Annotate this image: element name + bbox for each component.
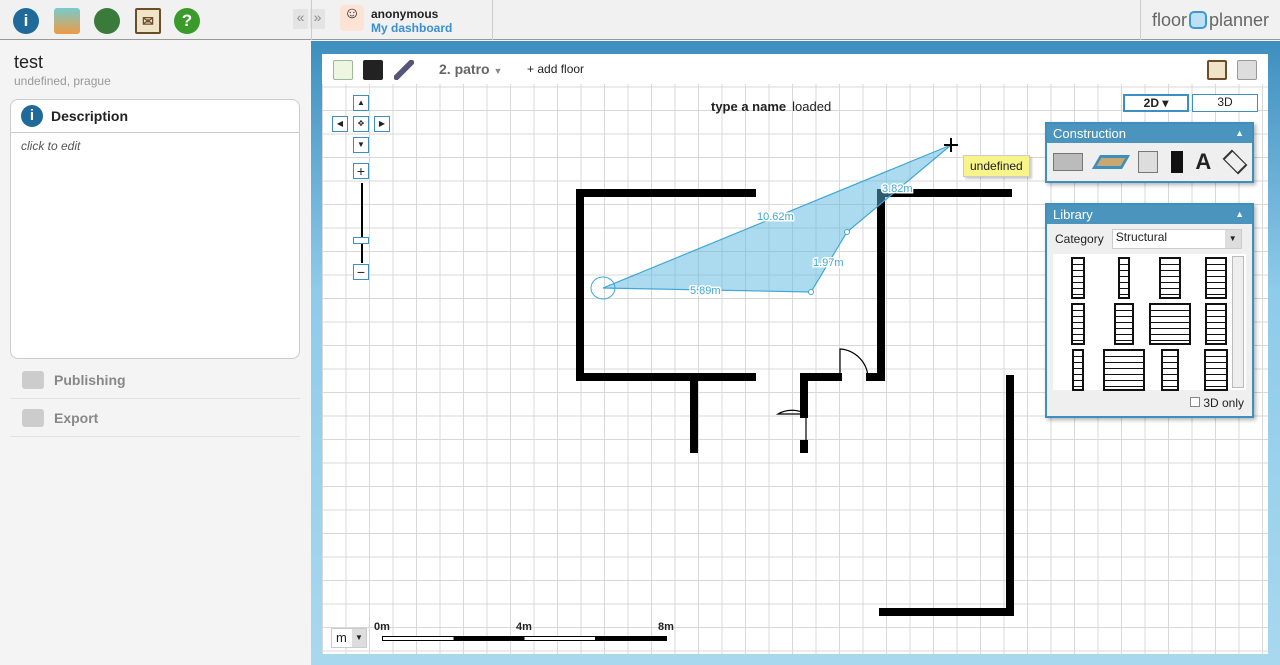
library-item[interactable] bbox=[1114, 303, 1134, 345]
collapse-icon[interactable]: ▲ bbox=[1235, 205, 1244, 224]
sidebar-item-label: Publishing bbox=[54, 371, 126, 388]
print-icon[interactable] bbox=[1237, 60, 1257, 80]
export-icon bbox=[22, 408, 44, 427]
sidebar: test undefined, prague i Description clic… bbox=[0, 41, 310, 665]
plan-name[interactable]: type a name bbox=[711, 99, 786, 114]
library-item[interactable] bbox=[1071, 303, 1085, 345]
editor-toolbar: 2. patro ▼ + add floor bbox=[322, 54, 1268, 84]
construction-panel: Construction ▲ A bbox=[1045, 122, 1254, 183]
description-panel: i Description click to edit bbox=[10, 99, 300, 359]
center-view-button[interactable]: ✥ bbox=[353, 116, 369, 132]
tooltip: undefined bbox=[963, 155, 1030, 177]
description-title: Description bbox=[51, 108, 129, 124]
zoom-slider-handle[interactable] bbox=[353, 237, 369, 244]
view-3d-button[interactable]: 3D bbox=[1192, 94, 1258, 112]
scale-label: 8m bbox=[658, 621, 674, 633]
floor-tool-icon[interactable] bbox=[1091, 155, 1130, 169]
library-scrollbar[interactable] bbox=[1232, 256, 1244, 388]
mail-icon[interactable] bbox=[1207, 60, 1227, 80]
scale-bar bbox=[382, 636, 667, 641]
top-bar: i ✉ ? «» ☺ anonymous My dashboard floor p… bbox=[0, 0, 1280, 40]
scale-label: 4m bbox=[516, 621, 532, 633]
unit-value: m bbox=[336, 630, 347, 645]
editor-stage: 2. patro ▼ + add floor ▲ ◀ ✥ ▶ ▼ + − typ… bbox=[311, 41, 1280, 665]
wall-tool-icon[interactable] bbox=[1138, 151, 1159, 173]
sidebar-item-label: Export bbox=[54, 409, 99, 426]
library-item[interactable] bbox=[1205, 303, 1227, 345]
library-item[interactable] bbox=[1159, 257, 1181, 299]
save-icon[interactable] bbox=[363, 60, 383, 80]
library-item[interactable] bbox=[1103, 349, 1145, 391]
floor-selector[interactable]: 2. patro ▼ bbox=[439, 61, 502, 77]
3d-only-label: 3D only bbox=[1203, 396, 1244, 410]
info-icon[interactable]: i bbox=[13, 8, 39, 34]
sidebar-item-publishing[interactable]: Publishing bbox=[10, 361, 300, 399]
unit-select[interactable]: m ▼ bbox=[331, 628, 367, 648]
category-select[interactable]: Structural ▼ bbox=[1111, 229, 1242, 249]
view-2d-button[interactable]: 2D ▾ bbox=[1123, 94, 1189, 112]
avatar: ☺ bbox=[340, 5, 364, 31]
dashboard-link[interactable]: My dashboard bbox=[371, 21, 452, 35]
info-icon: i bbox=[21, 105, 43, 127]
photos-icon[interactable] bbox=[54, 8, 80, 34]
floorplan-canvas[interactable]: 2. patro ▼ + add floor ▲ ◀ ✥ ▶ ▼ + − typ… bbox=[322, 54, 1268, 654]
logo-icon bbox=[1188, 11, 1207, 29]
text-tool-icon[interactable]: A bbox=[1195, 149, 1211, 175]
megaphone-icon bbox=[22, 370, 44, 389]
pan-down-button[interactable]: ▼ bbox=[353, 137, 369, 153]
category-value: Structural bbox=[1115, 230, 1168, 244]
3d-only-checkbox[interactable]: 3D only bbox=[1047, 390, 1252, 416]
chevron-down-icon: ▼ bbox=[493, 66, 503, 76]
chevron-down-icon: ▼ bbox=[1224, 230, 1241, 248]
pan-up-button[interactable]: ▲ bbox=[353, 95, 369, 111]
category-label: Category bbox=[1055, 232, 1104, 246]
collapse-icon[interactable]: ▲ bbox=[1235, 124, 1244, 143]
user-box: ☺ anonymous My dashboard bbox=[311, 0, 493, 40]
surface-tool-icon[interactable] bbox=[1222, 149, 1248, 175]
username: anonymous bbox=[371, 7, 439, 21]
library-item[interactable] bbox=[1071, 257, 1085, 299]
library-item[interactable] bbox=[1205, 257, 1227, 299]
room-tool-icon[interactable] bbox=[1053, 153, 1084, 171]
library-item[interactable] bbox=[1118, 257, 1130, 299]
zoom-slider[interactable] bbox=[361, 183, 363, 263]
chevron-down-icon: ▼ bbox=[352, 629, 366, 647]
load-status: loaded bbox=[792, 99, 832, 114]
floor-name: 2. patro bbox=[439, 61, 490, 77]
add-floor-button[interactable]: + add floor bbox=[527, 62, 584, 76]
library-item[interactable] bbox=[1204, 349, 1228, 391]
globe-icon[interactable] bbox=[94, 8, 120, 34]
wrench-icon[interactable] bbox=[394, 60, 414, 80]
zoom-out-button[interactable]: − bbox=[353, 264, 369, 280]
logo-text-right: planner bbox=[1208, 9, 1270, 30]
floorplanner-logo[interactable]: floor planner bbox=[1140, 0, 1280, 40]
help-icon[interactable]: ? bbox=[174, 8, 200, 34]
project-title[interactable]: test bbox=[14, 52, 43, 73]
mail-icon[interactable]: ✉ bbox=[135, 8, 161, 34]
library-title: Library bbox=[1053, 207, 1093, 222]
construction-title: Construction bbox=[1053, 126, 1126, 141]
sidebar-item-export[interactable]: Export bbox=[10, 399, 300, 437]
description-editor[interactable]: click to edit bbox=[11, 133, 299, 159]
pan-left-button[interactable]: ◀ bbox=[332, 116, 348, 132]
library-items bbox=[1053, 254, 1246, 391]
library-item[interactable] bbox=[1161, 349, 1179, 391]
library-panel: Library ▲ Category Structural ▼ 3D only bbox=[1045, 203, 1254, 418]
logo-text-left: floor bbox=[1151, 9, 1187, 30]
scale-label: 0m bbox=[374, 621, 390, 633]
door-tool-icon[interactable] bbox=[1170, 151, 1183, 173]
zoom-in-button[interactable]: + bbox=[353, 163, 369, 179]
collapse-left-button[interactable]: « bbox=[293, 9, 308, 29]
library-item[interactable] bbox=[1149, 303, 1191, 345]
new-plan-icon[interactable] bbox=[333, 60, 353, 80]
pan-right-button[interactable]: ▶ bbox=[374, 116, 390, 132]
project-location: undefined, prague bbox=[14, 74, 111, 88]
checkbox-icon bbox=[1190, 397, 1201, 407]
library-item[interactable] bbox=[1072, 349, 1084, 391]
